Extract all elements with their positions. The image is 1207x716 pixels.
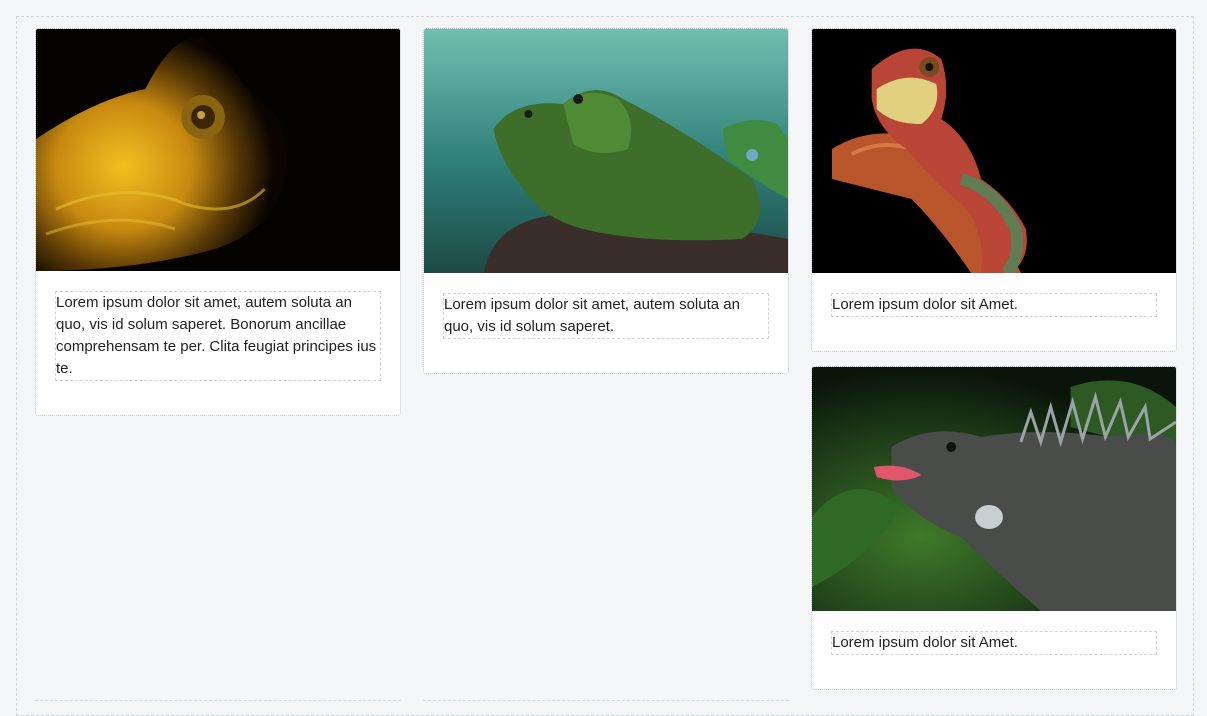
card-image xyxy=(812,367,1176,611)
card-image xyxy=(812,29,1176,273)
card-text: Lorem ipsum dolor sit amet, autem soluta… xyxy=(55,291,381,381)
card-iguana-dark: Lorem ipsum dolor sit Amet. xyxy=(811,366,1177,690)
card-text: Lorem ipsum dolor sit amet, autem soluta… xyxy=(443,293,769,339)
card-text: Lorem ipsum dolor sit Amet. xyxy=(831,631,1157,655)
card-body: Lorem ipsum dolor sit Amet. xyxy=(812,273,1176,351)
card-chameleon-yellow: Lorem ipsum dolor sit amet, autem soluta… xyxy=(35,28,401,416)
card-image xyxy=(424,29,788,273)
column-guide xyxy=(35,700,401,705)
card-text: Lorem ipsum dolor sit Amet. xyxy=(831,293,1157,317)
card-image xyxy=(36,29,400,271)
card-body: Lorem ipsum dolor sit Amet. xyxy=(812,611,1176,689)
column-guide xyxy=(423,700,789,705)
card-iguanas-green: Lorem ipsum dolor sit amet, autem soluta… xyxy=(423,28,789,374)
card-body: Lorem ipsum dolor sit amet, autem soluta… xyxy=(424,273,788,373)
card-body: Lorem ipsum dolor sit amet, autem soluta… xyxy=(36,271,400,415)
card-chameleon-red: Lorem ipsum dolor sit Amet. xyxy=(811,28,1177,352)
